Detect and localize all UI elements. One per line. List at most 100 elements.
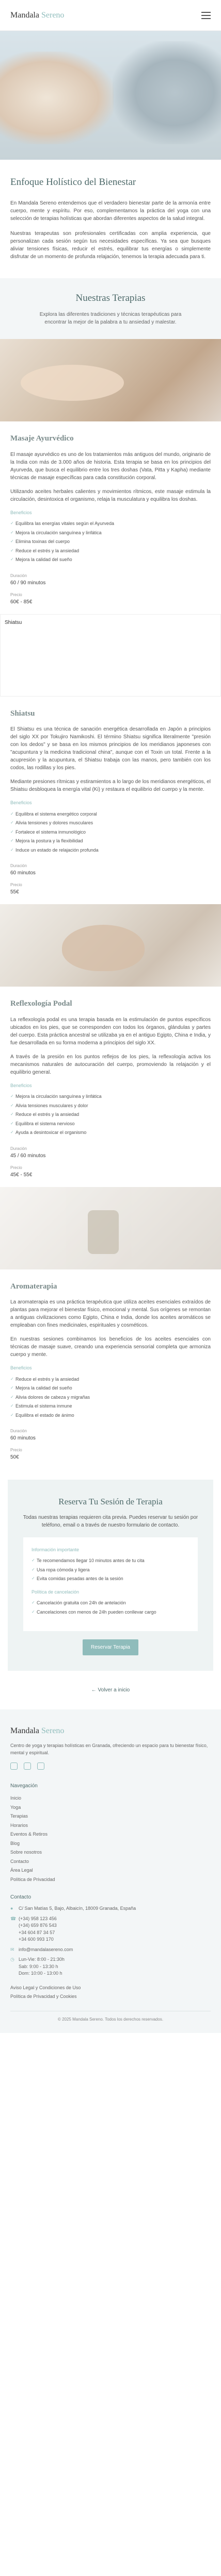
hours-line: Sab: 9:00 - 13:30 h <box>19 1963 58 1969</box>
back-to-home-link[interactable]: ← Volver a inicio <box>0 1681 221 1709</box>
footer-nav-link[interactable]: Blog <box>10 1839 211 1849</box>
footer-nav-link[interactable]: Horarios <box>10 1821 211 1831</box>
reflexology-image <box>0 904 221 987</box>
benefit-item: Alivia dolores de cabeza y migrañas <box>10 1393 211 1402</box>
policy-title: Política de cancelación <box>31 1589 80 1595</box>
site-header: Mandala Sereno <box>0 0 221 31</box>
benefit-item: Estimula el sistema inmune <box>10 1402 211 1411</box>
booking-title: Reserva Tu Sesión de Terapia <box>58 1497 163 1506</box>
mail-icon: ✉ <box>10 1946 14 1952</box>
service-description: El masaje ayurvédico es uno de los trata… <box>10 451 211 481</box>
logo-accent: Sereno <box>41 1726 65 1735</box>
contact-hours: ◷ Lun-Vie: 8:00 - 21:30h Sab: 9:00 - 13:… <box>10 1956 211 1977</box>
site-footer: Mandala Sereno Centro de yoga y terapias… <box>0 1709 221 2033</box>
info-list: Te recomendamos llegar 10 minutos antes … <box>31 1556 190 1584</box>
hamburger-menu-icon[interactable] <box>201 11 211 19</box>
hours-line: Lun-Vie: 8:00 - 21:30h <box>19 1957 65 1962</box>
duration-value: 60 / 90 minutos <box>10 580 46 586</box>
footer-description: Centro de yoga y terapias holísticas en … <box>10 1743 208 1755</box>
footer-nav: Inicio Yoga Terapias Horarios Eventos & … <box>10 1794 211 1884</box>
duration-value: 60 minutos <box>10 1435 36 1441</box>
service-description: Utilizando aceites herbales calientes y … <box>10 488 211 502</box>
contact-email: ✉ info@mandalasereno.com <box>10 1946 211 1954</box>
service-ayurvedic-massage: Masaje Ayurvédico El masaje ayurvédico e… <box>0 421 221 614</box>
footer-nav-link[interactable]: Inicio <box>10 1794 211 1803</box>
info-item: Usa ropa cómoda y ligera <box>31 1566 190 1575</box>
footer-nav-title: Navegación <box>10 1783 38 1789</box>
youtube-icon[interactable] <box>37 1762 44 1770</box>
benefit-item: Elimina toxinas del cuerpo <box>10 537 211 547</box>
clock-icon: ◷ <box>10 1957 14 1962</box>
benefit-item: Mejora la calidad del sueño <box>10 555 211 565</box>
service-title: Aromaterapia <box>10 1282 57 1291</box>
benefit-item: Equilibra el estado de ánimo <box>10 1411 211 1420</box>
service-description: En nuestras sesiones combinamos los bene… <box>10 1336 211 1358</box>
info-item: Te recomendamos llegar 10 minutos antes … <box>31 1556 190 1566</box>
service-shiatsu: Shiatsu El Shiatsu es una técnica de san… <box>0 697 221 905</box>
intro-paragraph: Nuestras terapeutas son profesionales ce… <box>10 230 211 260</box>
policy-item: Cancelación gratuita con 24h de antelaci… <box>31 1599 190 1608</box>
footer-nav-link[interactable]: Eventos & Retiros <box>10 1830 211 1839</box>
booking-info-box: Información importante Te recomendamos l… <box>23 1537 198 1631</box>
price-value: 45€ - 55€ <box>10 1172 33 1178</box>
benefit-item: Reduce el estrés y la ansiedad <box>10 1110 211 1120</box>
benefits-list: Equilibra las energías vitales según el … <box>10 519 211 565</box>
logo-main: Mandala <box>10 10 39 20</box>
service-description: A través de la presión en los puntos ref… <box>10 1054 211 1075</box>
benefit-item: Equilibra el sistema energético corporal <box>10 810 211 819</box>
policy-item: Cancelaciones con menos de 24h pueden co… <box>31 1608 190 1617</box>
intro-paragraph: En Mandala Sereno entendemos que el verd… <box>10 200 211 222</box>
phone-number[interactable]: (+34) 659 876 543 <box>19 1923 57 1928</box>
phone-number[interactable]: +34 604 87 34 57 <box>19 1930 55 1935</box>
benefit-item: Alivia tensiones y dolores musculares <box>10 819 211 828</box>
price-label: Precio <box>10 883 22 887</box>
footer-nav-link[interactable]: Yoga <box>10 1803 211 1812</box>
service-description: El Shiatsu es una técnica de sanación en… <box>10 726 211 771</box>
benefit-item: Mejora la circulación sanguínea y linfát… <box>10 1092 211 1101</box>
service-description: La aromaterapia es una práctica terapéut… <box>10 1299 211 1328</box>
benefit-item: Equilibra el sistema nervioso <box>10 1120 211 1129</box>
copyright: © 2025 Mandala Sereno. Todos los derecho… <box>10 2010 211 2023</box>
phone-number[interactable]: +34 600 993 170 <box>19 1937 54 1942</box>
duration-value: 60 minutos <box>10 870 36 876</box>
benefit-item: Alivia tensiones musculares y dolor <box>10 1101 211 1111</box>
legal-link[interactable]: Aviso Legal y Condiciones de Uso <box>10 1984 211 1993</box>
footer-contact-title: Contacto <box>10 1894 31 1900</box>
footer-logo[interactable]: Mandala Sereno <box>10 1725 211 1737</box>
contact-phones: ☎ (+34) 958 123 456 (+34) 659 876 543 +3… <box>10 1916 211 1943</box>
logo-main: Mandala <box>10 1726 39 1735</box>
shiatsu-image: Shiatsu <box>0 614 221 697</box>
site-logo[interactable]: Mandala Sereno <box>10 9 64 22</box>
price-value: 50€ <box>10 1454 19 1460</box>
ayurvedic-massage-image <box>0 339 221 421</box>
benefit-item: Reduce el estrés y la ansiedad <box>10 547 211 556</box>
footer-nav-link[interactable]: Contacto <box>10 1857 211 1867</box>
benefit-item: Mejora la circulación sanguínea y linfát… <box>10 529 211 538</box>
facebook-icon[interactable] <box>24 1762 31 1770</box>
contact-address: ● C/ San Matías 5, Bajo, Albaicín, 18009… <box>10 1905 211 1912</box>
phone-icon: ☎ <box>10 1916 17 1921</box>
info-item: Evita comidas pesadas antes de la sesión <box>31 1574 190 1584</box>
benefit-item: Equilibra las energías vitales según el … <box>10 519 211 529</box>
benefits-title: Beneficios <box>10 1365 32 1370</box>
footer-nav-link[interactable]: Política de Privacidad <box>10 1875 211 1885</box>
footer-nav-link[interactable]: Sobre nosotros <box>10 1848 211 1857</box>
footer-nav-link[interactable]: Área Legal <box>10 1866 211 1875</box>
instagram-icon[interactable] <box>10 1762 18 1770</box>
map-pin-icon: ● <box>10 1906 13 1911</box>
legal-links: Aviso Legal y Condiciones de Uso Polític… <box>10 1984 211 2002</box>
book-therapy-button[interactable]: Reservar Terapia <box>83 1639 138 1655</box>
footer-nav-link[interactable]: Terapias <box>10 1812 211 1821</box>
legal-link[interactable]: Política de Privacidad y Cookies <box>10 1992 211 2002</box>
price-label: Precio <box>10 1165 22 1170</box>
duration-label: Duración <box>10 863 27 868</box>
service-aromatherapy: Aromaterapia La aromaterapia es una prác… <box>0 1269 221 1470</box>
image-alt-text: Shiatsu <box>5 619 22 625</box>
booking-subtitle: Todas nuestras terapias requieren cita p… <box>23 1514 198 1528</box>
service-reflexology: Reflexología Podal La reflexología podal… <box>0 987 221 1187</box>
booking-section: Reserva Tu Sesión de Terapia Todas nuest… <box>8 1480 213 1671</box>
service-description: Mediante presiones rítmicas y estiramien… <box>10 779 211 792</box>
service-title: Reflexología Podal <box>10 999 72 1008</box>
services-subtitle: Explora las diferentes tradiciones y téc… <box>39 312 182 325</box>
phone-number[interactable]: (+34) 958 123 456 <box>19 1916 57 1921</box>
